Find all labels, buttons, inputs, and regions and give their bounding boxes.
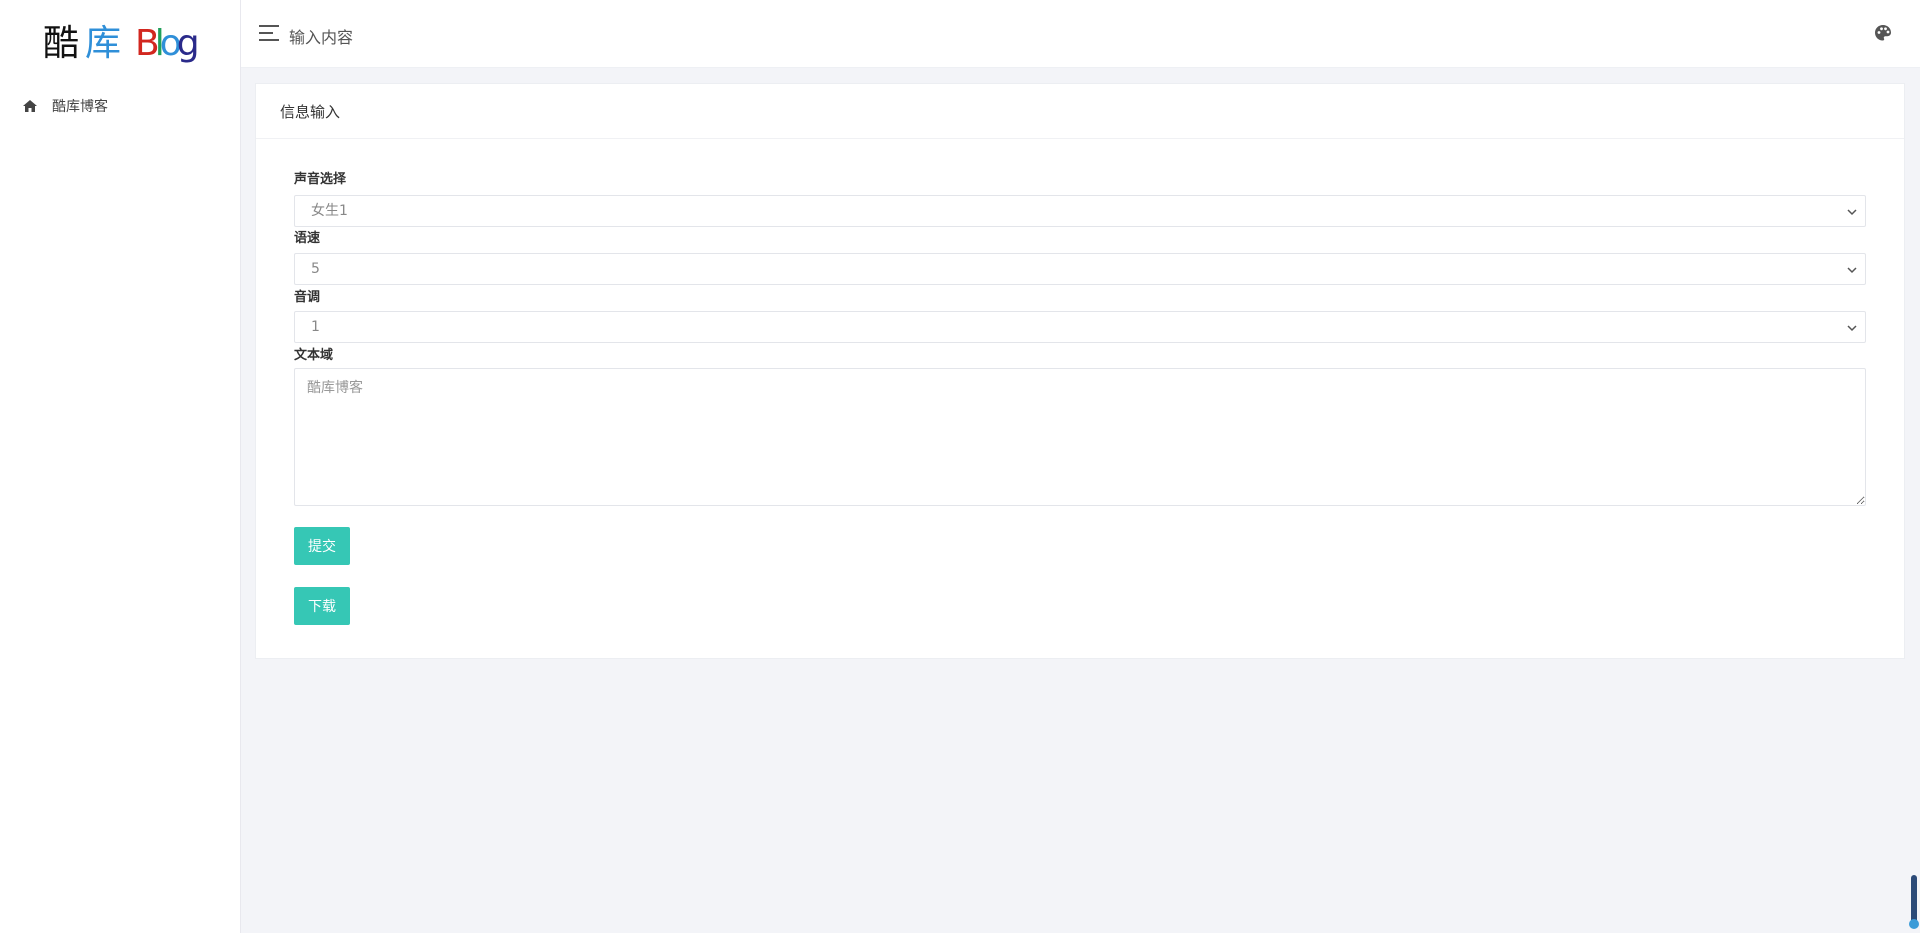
- card-title: 信息输入: [280, 102, 341, 121]
- palette-icon[interactable]: [1874, 24, 1892, 42]
- sidebar-item-label: 酷库博客: [52, 99, 108, 115]
- speed-label: 语速: [294, 231, 321, 246]
- page-title: 输入内容: [289, 28, 354, 47]
- text-area-label: 文本域: [294, 348, 334, 363]
- voice-select[interactable]: 女生1: [294, 195, 1866, 227]
- sidebar-item-blog[interactable]: 酷库博客: [22, 94, 108, 118]
- top-bar: 输入内容: [241, 0, 1920, 68]
- logo-text-blog: B l o g: [135, 22, 200, 66]
- voice-label: 声音选择: [294, 172, 347, 187]
- sidebar: 酷 库 B l o g 酷库博客: [0, 0, 241, 933]
- home-icon: [23, 100, 37, 112]
- pitch-label: 音调: [294, 290, 321, 305]
- card-header: 信息输入: [256, 84, 1904, 139]
- logo-char-2: 库: [85, 23, 122, 64]
- logo-letter-g: g: [176, 23, 200, 64]
- logo[interactable]: 酷 库 B l o g: [43, 18, 200, 66]
- submit-button[interactable]: 提交: [294, 527, 350, 565]
- speed-select-value: 5: [311, 261, 320, 277]
- scroll-indicator-dot[interactable]: [1909, 919, 1919, 929]
- speed-select[interactable]: 5: [294, 253, 1866, 285]
- download-button[interactable]: 下载: [294, 587, 350, 625]
- logo-char-1: 酷: [43, 23, 80, 64]
- chevron-down-icon: [1847, 325, 1857, 332]
- info-input-card: 信息输入 声音选择 女生1 语速 5 音调 1 文本域 提交 下载: [255, 83, 1905, 659]
- chevron-down-icon: [1847, 267, 1857, 274]
- scroll-handle[interactable]: [1911, 875, 1917, 925]
- voice-select-value: 女生1: [311, 203, 348, 219]
- menu-toggle-icon[interactable]: [259, 25, 279, 41]
- pitch-select[interactable]: 1: [294, 311, 1866, 343]
- pitch-select-value: 1: [311, 319, 320, 335]
- text-area[interactable]: [294, 368, 1866, 506]
- chevron-down-icon: [1847, 209, 1857, 216]
